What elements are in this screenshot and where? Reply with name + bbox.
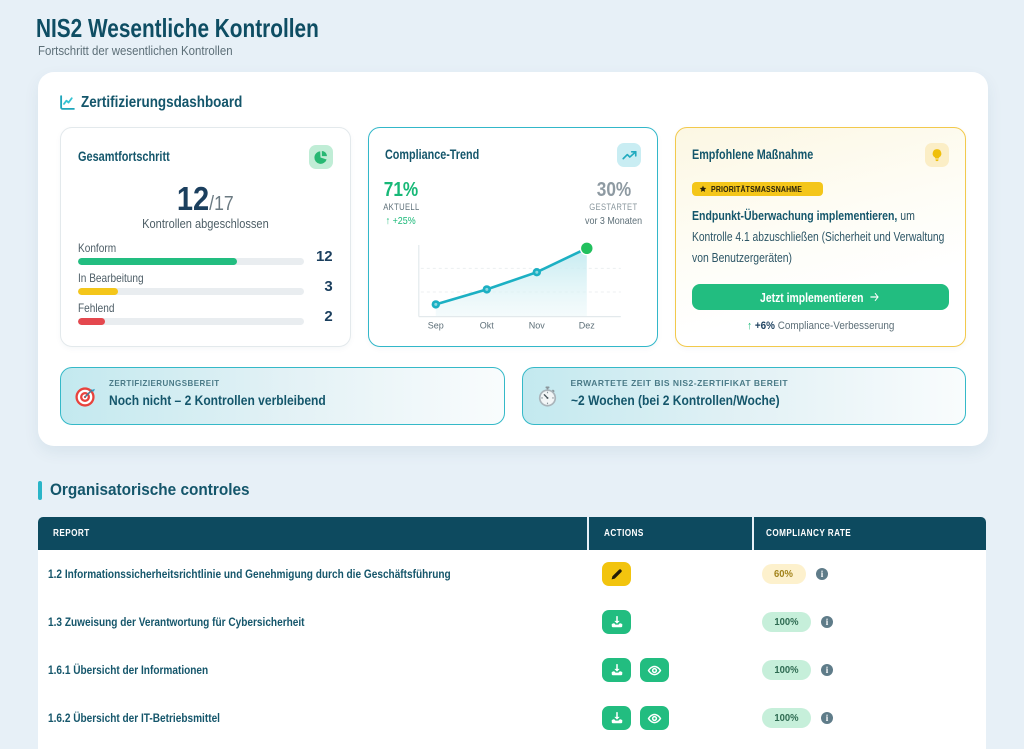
svg-text:Dez: Dez <box>578 321 595 331</box>
svg-text:Okt: Okt <box>479 321 494 331</box>
svg-text:Nov: Nov <box>528 321 545 331</box>
svg-text:Sep: Sep <box>427 321 443 331</box>
